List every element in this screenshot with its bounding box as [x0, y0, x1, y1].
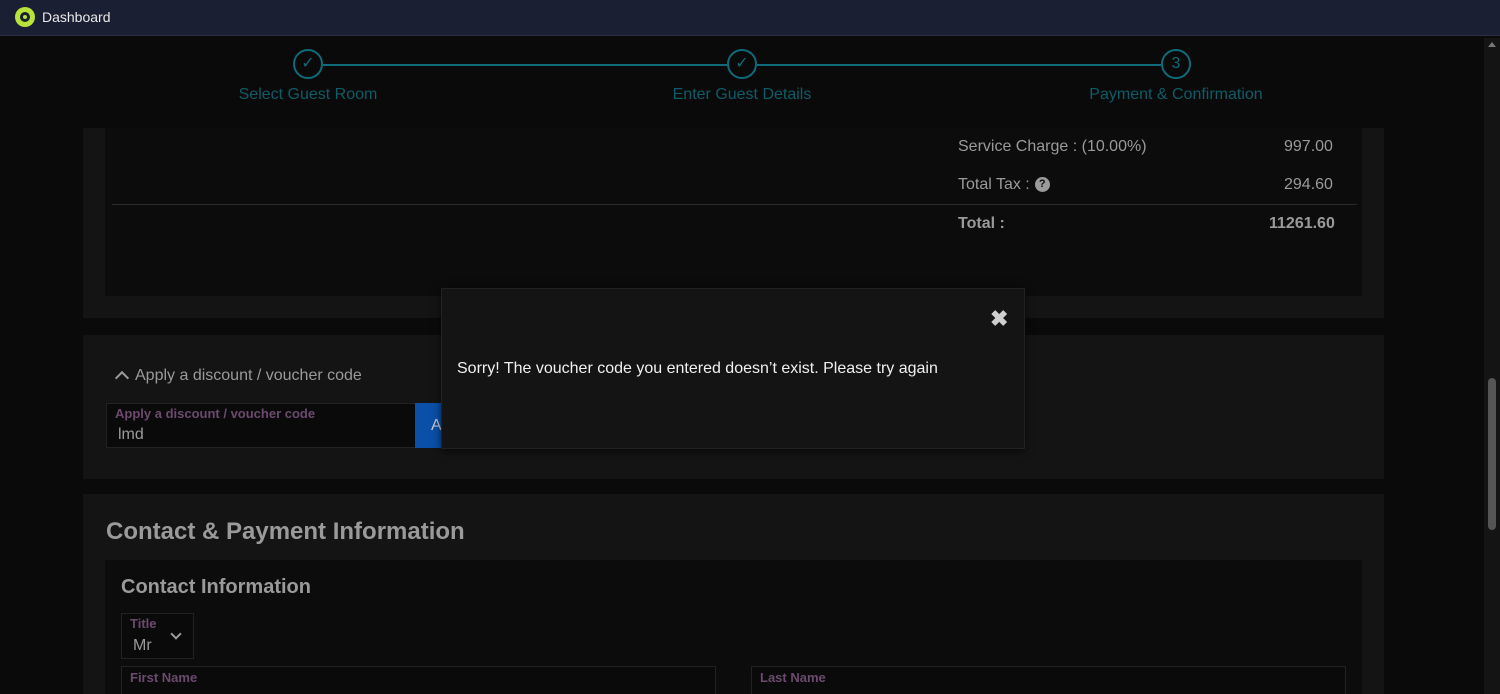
voucher-field-value[interactable]: lmd [118, 426, 144, 444]
discount-toggle[interactable]: Apply a discount / voucher code [113, 367, 362, 386]
service-charge-label: Service Charge : (10.00%) [958, 138, 1147, 155]
total-tax-row: Total Tax :? [958, 176, 1050, 194]
help-icon[interactable]: ? [1034, 177, 1050, 193]
title-select-value: Mr [133, 637, 152, 654]
chevron-down-icon [170, 628, 182, 640]
price-summary-card [105, 128, 1362, 296]
summary-divider [112, 204, 1357, 205]
stepper-connector [757, 64, 1161, 66]
service-charge-value: 997.00 [1284, 138, 1333, 155]
contact-payment-heading: Contact & Payment Information [106, 518, 465, 545]
booking-stepper: ✓ Select Guest Room ✓ Enter Guest Detail… [0, 38, 1484, 128]
step-3-number: 3 [1161, 49, 1191, 79]
contact-info-heading: Contact Information [121, 576, 311, 598]
stepper-connector [323, 64, 727, 66]
step-3-label: Payment & Confirmation [1089, 86, 1263, 103]
scrollbar-thumb[interactable] [1488, 378, 1496, 530]
last-name-label: Last Name [760, 670, 826, 685]
scroll-up-icon[interactable] [1488, 42, 1496, 47]
close-icon[interactable]: ✖ [990, 306, 1008, 332]
voucher-code-input[interactable]: Apply a discount / voucher code lmd [106, 403, 416, 448]
discount-toggle-label: Apply a discount / voucher code [135, 367, 362, 384]
chevron-up-icon [114, 370, 130, 386]
last-name-field[interactable]: Last Name [751, 666, 1346, 694]
step-1-label: Select Guest Room [238, 86, 378, 103]
total-tax-value: 294.60 [1284, 176, 1333, 193]
step-2-label: Enter Guest Details [672, 86, 812, 103]
window-title: Dashboard [42, 9, 111, 25]
voucher-field-label: Apply a discount / voucher code [115, 406, 316, 421]
first-name-label: First Name [130, 670, 198, 685]
voucher-error-message: Sorry! The voucher code you entered does… [457, 360, 938, 377]
app-logo-icon [15, 7, 35, 27]
total-label: Total : [958, 215, 1005, 232]
window-titlebar: Dashboard [0, 0, 1500, 36]
total-tax-label: Total Tax : [958, 176, 1030, 193]
total-value: 11261.60 [1269, 215, 1335, 232]
step-1-check-icon: ✓ [293, 49, 323, 79]
voucher-error-dialog: ✖ Sorry! The voucher code you entered do… [441, 288, 1025, 449]
title-select[interactable]: Title Mr [121, 613, 194, 659]
title-select-label: Title [130, 616, 157, 631]
step-2-check-icon: ✓ [727, 49, 757, 79]
scrollbar[interactable] [1484, 38, 1500, 694]
first-name-field[interactable]: First Name [121, 666, 716, 694]
